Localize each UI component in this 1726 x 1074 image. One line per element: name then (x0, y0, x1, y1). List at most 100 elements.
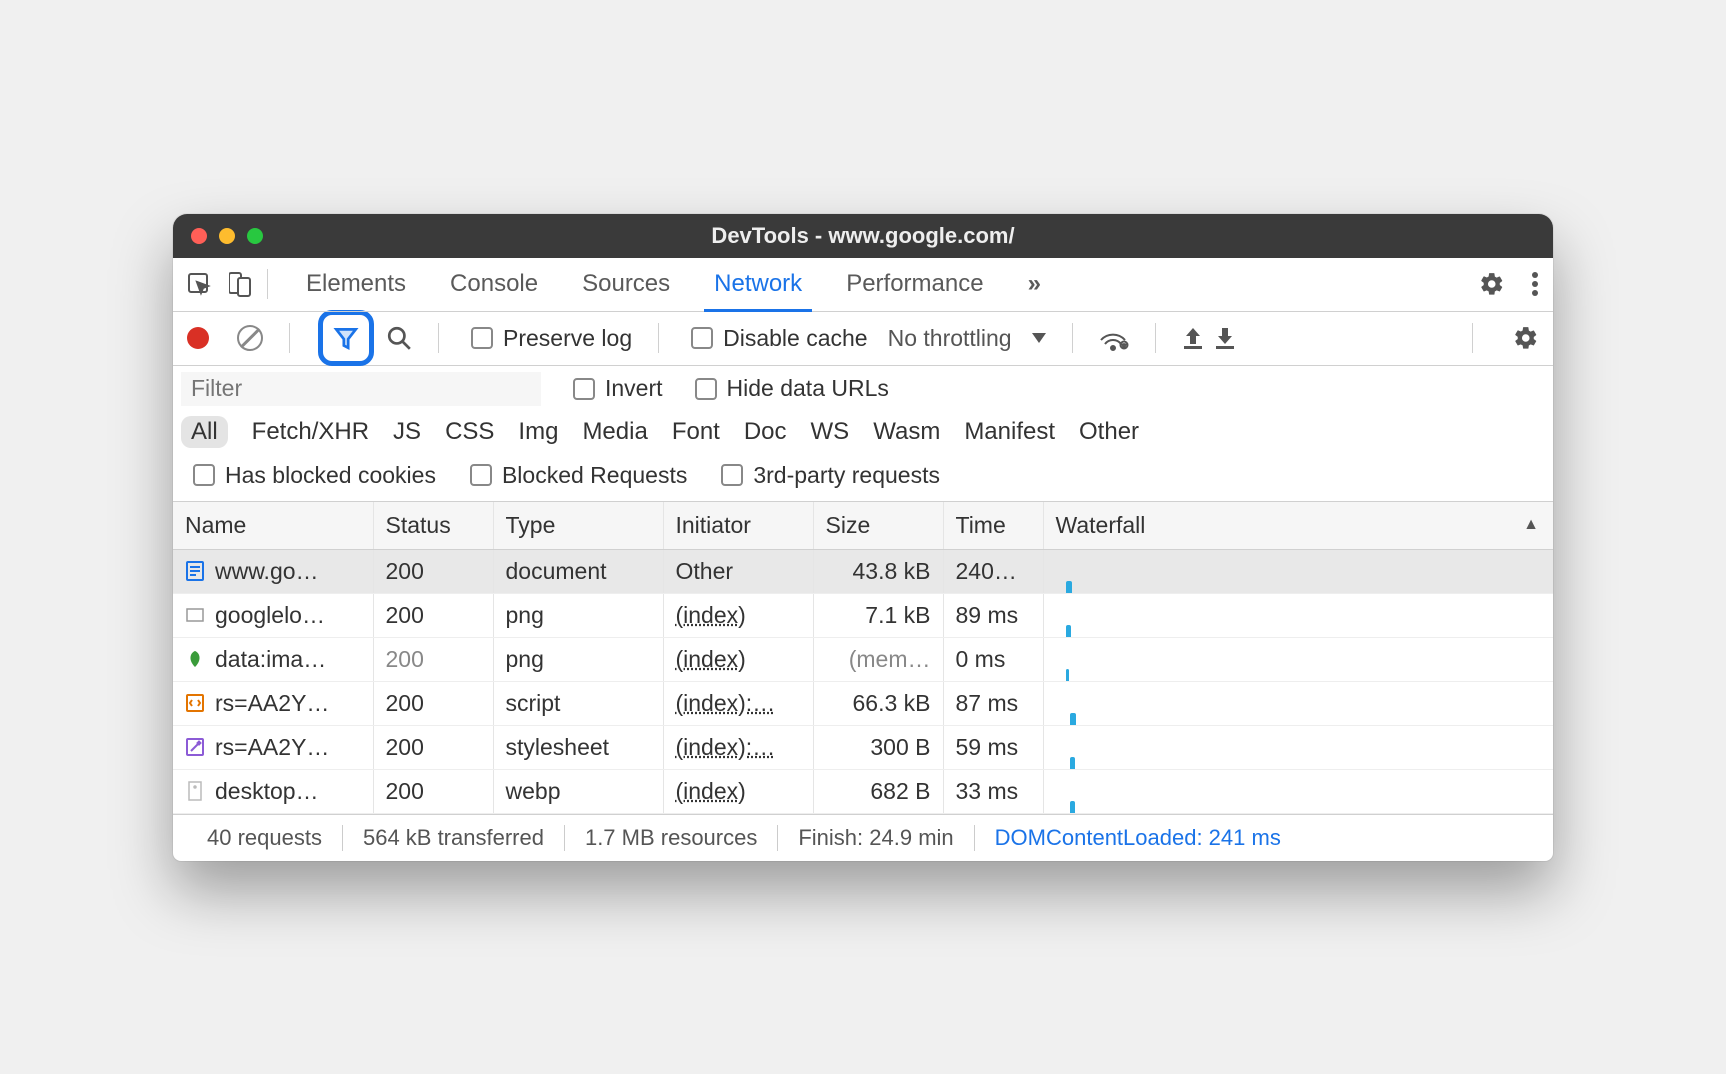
column-type[interactable]: Type (493, 502, 663, 550)
hide-data-urls-label: Hide data URLs (727, 375, 889, 402)
request-initiator[interactable]: (index):… (663, 681, 813, 725)
request-initiator[interactable]: (index) (663, 637, 813, 681)
blocked-cookies-checkbox[interactable]: Has blocked cookies (193, 462, 436, 489)
request-initiator[interactable]: Other (663, 549, 813, 593)
request-name: www.go… (215, 558, 319, 585)
table-row[interactable]: googlelo…200png(index)7.1 kB89 ms (173, 593, 1553, 637)
invert-checkbox[interactable]: Invert (573, 375, 663, 402)
requests-table: NameStatusTypeInitiatorSizeTimeWaterfall… (173, 502, 1553, 814)
filter-input[interactable] (181, 372, 541, 406)
type-filter-media[interactable]: Media (582, 418, 647, 446)
download-har-icon[interactable] (1214, 326, 1236, 350)
record-button[interactable] (187, 327, 209, 349)
request-time: 0 ms (943, 637, 1043, 681)
column-initiator[interactable]: Initiator (663, 502, 813, 550)
throttling-dropdown-icon[interactable] (1032, 333, 1046, 343)
status-transferred: 564 kB transferred (343, 825, 565, 851)
filter-toggle-button[interactable] (318, 310, 374, 366)
minimize-window-button[interactable] (219, 228, 235, 244)
column-waterfall[interactable]: Waterfall▲ (1043, 502, 1553, 550)
disable-cache-checkbox[interactable]: Disable cache (691, 325, 867, 352)
more-icon[interactable] (1531, 271, 1539, 297)
table-row[interactable]: rs=AA2Y…200script(index):…66.3 kB87 ms (173, 681, 1553, 725)
window-titlebar: DevTools - www.google.com/ (173, 214, 1553, 258)
tab-performance[interactable]: Performance (824, 257, 1005, 311)
request-status: 200 (373, 637, 493, 681)
tab-elements[interactable]: Elements (284, 257, 428, 311)
main-tab-row: ElementsConsoleSourcesNetworkPerformance… (173, 258, 1553, 312)
request-status: 200 (373, 681, 493, 725)
request-time: 89 ms (943, 593, 1043, 637)
table-row[interactable]: data:ima…200png(index)(mem…0 ms (173, 637, 1553, 681)
type-filter-manifest[interactable]: Manifest (964, 418, 1055, 446)
type-filter-ws[interactable]: WS (811, 418, 850, 446)
request-size: 66.3 kB (813, 681, 943, 725)
request-initiator[interactable]: (index) (663, 593, 813, 637)
type-filter-doc[interactable]: Doc (744, 418, 787, 446)
tab-network[interactable]: Network (692, 257, 824, 311)
upload-har-icon[interactable] (1182, 326, 1204, 350)
request-time: 59 ms (943, 725, 1043, 769)
settings-icon[interactable] (1479, 271, 1505, 297)
third-party-label: 3rd-party requests (753, 462, 940, 489)
type-filter-wasm[interactable]: Wasm (873, 418, 940, 446)
type-filter-css[interactable]: CSS (445, 418, 494, 446)
request-waterfall (1043, 769, 1553, 813)
search-button[interactable] (386, 325, 412, 351)
filter-icon (333, 325, 359, 351)
file-type-icon (185, 781, 205, 801)
table-row[interactable]: desktop…200webp(index)682 B33 ms (173, 769, 1553, 813)
filter-bar: Invert Hide data URLs (173, 366, 1553, 406)
file-type-icon (185, 561, 205, 581)
type-filter-font[interactable]: Font (672, 418, 720, 446)
column-status[interactable]: Status (373, 502, 493, 550)
clear-button[interactable] (237, 325, 263, 351)
preserve-log-checkbox[interactable]: Preserve log (471, 325, 632, 352)
type-filter-all[interactable]: All (181, 416, 228, 448)
blocked-cookies-label: Has blocked cookies (225, 462, 436, 489)
throttling-select[interactable]: No throttling (888, 325, 1012, 352)
tab-console[interactable]: Console (428, 257, 560, 311)
status-dcl: DOMContentLoaded: 241 ms (975, 825, 1301, 851)
type-filter-other[interactable]: Other (1079, 418, 1139, 446)
third-party-checkbox[interactable]: 3rd-party requests (721, 462, 940, 489)
network-conditions-icon[interactable] (1099, 325, 1129, 351)
request-initiator[interactable]: (index):… (663, 725, 813, 769)
sort-arrow-icon: ▲ (1523, 516, 1539, 534)
column-size[interactable]: Size (813, 502, 943, 550)
status-requests: 40 requests (187, 825, 343, 851)
type-filter-js[interactable]: JS (393, 418, 421, 446)
request-status: 200 (373, 593, 493, 637)
type-filter-img[interactable]: Img (518, 418, 558, 446)
request-waterfall (1043, 725, 1553, 769)
zoom-window-button[interactable] (247, 228, 263, 244)
request-waterfall (1043, 549, 1553, 593)
table-row[interactable]: rs=AA2Y…200stylesheet(index):…300 B59 ms (173, 725, 1553, 769)
close-window-button[interactable] (191, 228, 207, 244)
column-time[interactable]: Time (943, 502, 1043, 550)
request-time: 33 ms (943, 769, 1043, 813)
tabs-overflow-button[interactable]: » (1006, 257, 1063, 311)
status-bar: 40 requests 564 kB transferred 1.7 MB re… (173, 814, 1553, 861)
device-toolbar-icon[interactable] (229, 271, 251, 297)
request-name: rs=AA2Y… (215, 690, 329, 717)
request-initiator[interactable]: (index) (663, 769, 813, 813)
inspect-element-icon[interactable] (187, 272, 211, 296)
network-settings-icon[interactable] (1513, 325, 1539, 351)
table-row[interactable]: www.go…200documentOther43.8 kB240… (173, 549, 1553, 593)
blocked-requests-checkbox[interactable]: Blocked Requests (470, 462, 687, 489)
request-size: 300 B (813, 725, 943, 769)
column-name[interactable]: Name (173, 502, 373, 550)
type-filter-fetch-xhr[interactable]: Fetch/XHR (252, 418, 369, 446)
tab-sources[interactable]: Sources (560, 257, 692, 311)
network-toolbar: Preserve log Disable cache No throttling (173, 312, 1553, 366)
request-status: 200 (373, 725, 493, 769)
blocked-requests-label: Blocked Requests (502, 462, 687, 489)
extra-filters-row: Has blocked cookies Blocked Requests 3rd… (173, 458, 1553, 502)
preserve-log-label: Preserve log (503, 325, 632, 352)
request-name: rs=AA2Y… (215, 734, 329, 761)
request-status: 200 (373, 769, 493, 813)
request-size: 7.1 kB (813, 593, 943, 637)
hide-data-urls-checkbox[interactable]: Hide data URLs (695, 375, 889, 402)
request-waterfall (1043, 637, 1553, 681)
